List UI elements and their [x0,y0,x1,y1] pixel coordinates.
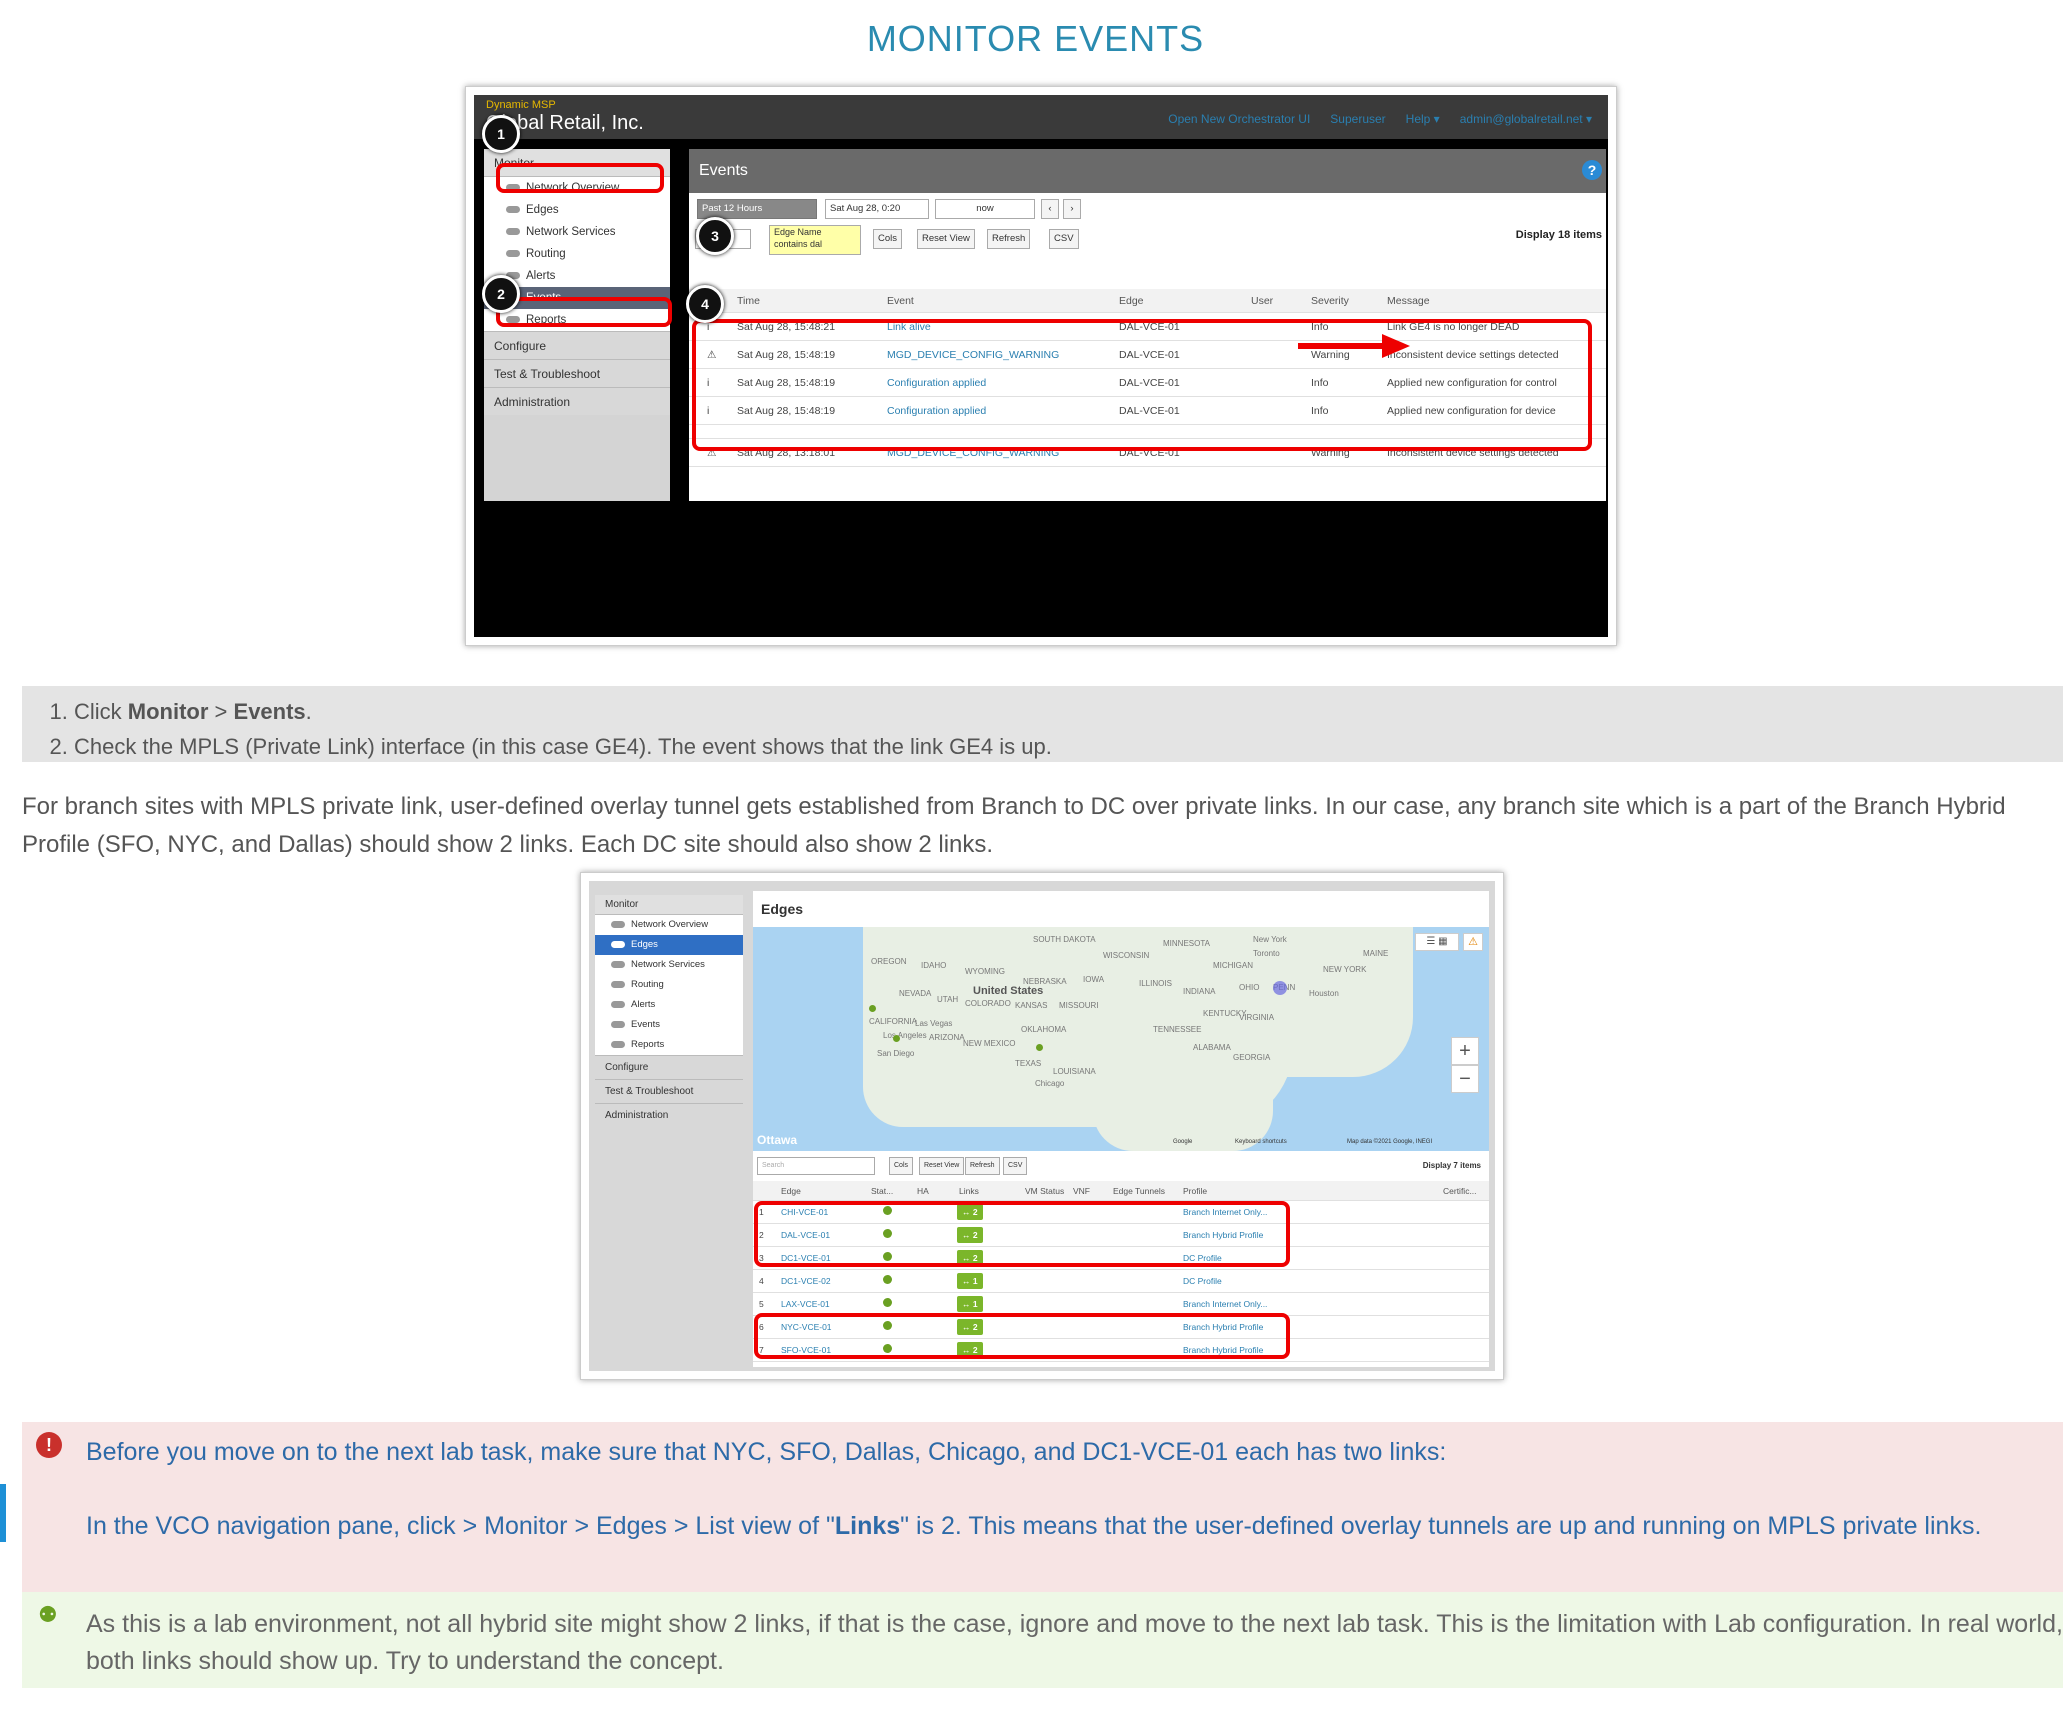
nav-test-troubleshoot[interactable]: Test & Troubleshoot [484,359,670,387]
msp-label: Dynamic MSP [486,99,556,111]
cols-button[interactable]: Cols [889,1157,914,1175]
exclamation-icon: ! [36,1432,62,1458]
step-2: Check the MPLS (Private Link) interface … [74,729,2063,764]
map-marker[interactable] [869,1005,876,1012]
nav-item-network-services[interactable]: Network Services [595,955,743,975]
map-cluster-marker[interactable] [1273,981,1287,995]
tip-text: As this is a lab environment, not all hy… [86,1610,2063,1675]
search-input[interactable]: Search [757,1157,875,1175]
nav-item-routing[interactable]: Routing [484,243,670,265]
display-count: Display 7 items [1422,1161,1481,1170]
cloud-icon [611,1020,625,1028]
step-1: Click Monitor > Events. [74,694,2063,729]
nav-administration[interactable]: Administration [484,387,670,415]
edges-screenshot: Monitor Network Overview Edges Network S… [580,872,1504,1380]
filter-chip[interactable]: Edge Name contains dal [769,225,861,255]
highlight-event-rows [692,319,1592,451]
alert-triangle-icon[interactable]: ⚠ [1463,933,1483,951]
open-orchestrator-link[interactable]: Open New Orchestrator UI [1168,112,1310,126]
time-range-select[interactable]: Past 12 Hours [697,199,817,219]
user-menu[interactable]: admin@globalretail.net ▾ [1460,112,1592,126]
table-header: Time Event Edge User Severity Message [689,289,1606,313]
edges-map[interactable]: SOUTH DAKOTA MINNESOTA New York Toronto … [753,927,1489,1151]
left-accent-bar [0,1484,6,1542]
highlight-rows-1-3 [754,1201,1290,1267]
panel-title: Events [699,162,748,179]
csv-button[interactable]: CSV [1003,1157,1028,1175]
nav-configure[interactable]: Configure [595,1055,743,1079]
start-time-input[interactable]: Sat Aug 28, 0:20 [825,199,929,219]
list-grid-view-icon[interactable]: ☰ ▦ [1415,933,1459,951]
cloud-icon [506,206,520,214]
csv-button[interactable]: CSV [1049,229,1079,249]
refresh-button[interactable]: Refresh [965,1157,1000,1175]
prev-arrow-icon[interactable]: ‹ [1041,199,1059,219]
cloud-icon [611,1040,625,1048]
edges-toolbar: Search Cols Reset View Refresh CSV Displ… [753,1153,1489,1181]
step-badge-2: 2 [482,275,520,313]
nav-configure[interactable]: Configure [484,331,670,359]
cols-button[interactable]: Cols [873,229,903,249]
important-callout: ! Before you move on to the next lab tas… [22,1422,2063,1592]
callout-line-1: Before you move on to the next lab task,… [86,1438,1447,1466]
nav-monitor[interactable]: Monitor [595,895,743,915]
table-row[interactable]: 4 DC1-VCE-02 ↔ 1 DC Profile [753,1270,1489,1293]
top-nav: Open New Orchestrator UI Superuser Help … [1168,112,1592,126]
nav-test-troubleshoot[interactable]: Test & Troubleshoot [595,1079,743,1103]
nav-item-network-services[interactable]: Network Services [484,221,670,243]
status-online-icon [883,1270,892,1293]
nav-item-edges[interactable]: Edges [595,935,743,955]
highlight-rows-6-7 [754,1313,1290,1359]
page-title: MONITOR EVENTS [866,18,1205,59]
nav-item-edges[interactable]: Edges [484,199,670,221]
cloud-icon [611,960,625,968]
panel-title: Edges [761,901,804,917]
zoom-in-button[interactable]: + [1451,1037,1479,1065]
table-header: Edge Stat... HA Links VM Status VNF Edge… [753,1181,1489,1201]
nav-sidebar: Monitor Network Overview Edges Network S… [595,895,743,1127]
step-badge-1: 1 [482,115,520,153]
callout-line-2: In the VCO navigation pane, click > Moni… [86,1512,1982,1540]
reset-view-button[interactable]: Reset View [917,229,975,249]
map-land [1273,927,1413,1077]
app-header: Dynamic MSP Global Retail, Inc. Open New… [474,95,1608,139]
cloud-icon [506,250,520,258]
superuser-link[interactable]: Superuser [1330,112,1385,126]
edges-panel: Edges SOUTH DAKOTA MINNESOTA New York To… [753,891,1489,1367]
step-badge-4: 4 [686,285,724,323]
cloud-icon [611,920,625,928]
nav-item-events[interactable]: Events [595,1015,743,1035]
map-marker[interactable] [893,1035,900,1042]
cloud-icon [611,940,625,948]
cloud-icon [611,980,625,988]
filter-bar: Past 12 Hours Sat Aug 28, 0:20 now ‹ › S… [689,193,1606,255]
refresh-button[interactable]: Refresh [987,229,1031,249]
red-arrow-icon [1298,334,1410,358]
cloud-icon [611,1000,625,1008]
nav-administration[interactable]: Administration [595,1103,743,1127]
body-paragraph: For branch sites with MPLS private link,… [22,793,2006,858]
zoom-out-button[interactable]: − [1451,1065,1479,1093]
links-badge: ↔ 1 [957,1296,983,1312]
help-menu[interactable]: Help ▾ [1406,112,1440,126]
events-screenshot: Dynamic MSP Global Retail, Inc. Open New… [465,86,1617,646]
next-arrow-icon[interactable]: › [1063,199,1081,219]
nav-item-network-overview[interactable]: Network Overview [595,915,743,935]
display-count: Display 18 items [1515,229,1602,241]
help-icon[interactable]: ? [1582,160,1602,180]
nav-item-alerts[interactable]: Alerts [595,995,743,1015]
nav-item-routing[interactable]: Routing [595,975,743,995]
highlight-monitor [496,163,664,193]
links-badge: ↔ 1 [957,1273,983,1289]
end-time-input[interactable]: now [935,199,1035,219]
step-list: Click Monitor > Events. Check the MPLS (… [22,686,2063,762]
map-marker[interactable] [1036,1044,1043,1051]
nav-item-reports[interactable]: Reports [595,1035,743,1055]
tip-callout: ⚉ As this is a lab environment, not all … [22,1592,2063,1688]
reset-view-button[interactable]: Reset View [919,1157,965,1175]
highlight-events [496,297,672,327]
lightbulb-icon: ⚉ [38,1602,58,1627]
step-badge-3: 3 [696,217,734,255]
cloud-icon [506,228,520,236]
